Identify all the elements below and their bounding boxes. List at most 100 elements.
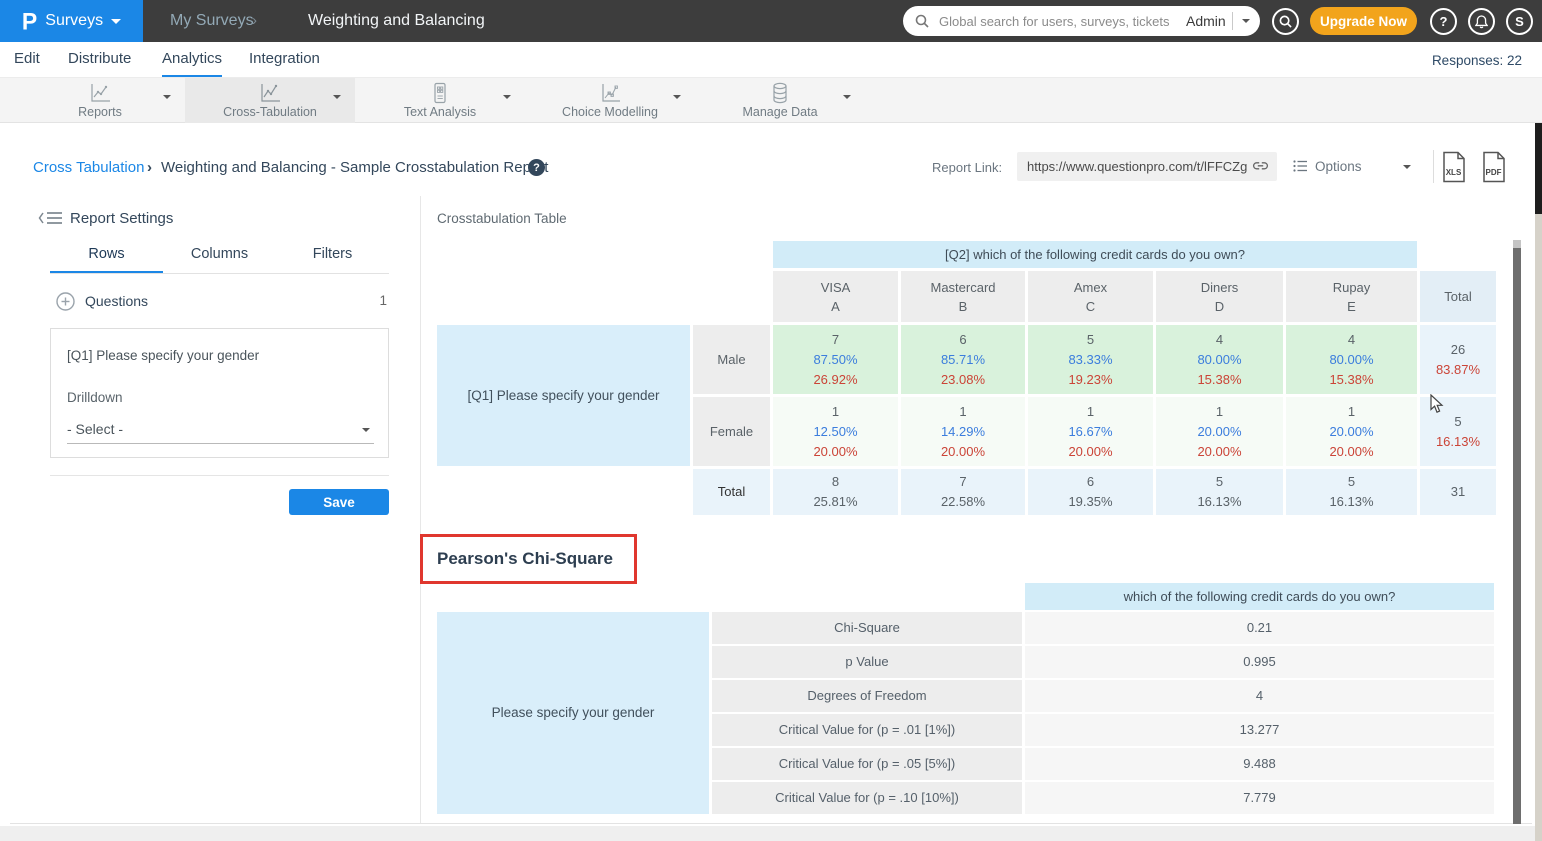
column-header-total: Total <box>1420 271 1496 322</box>
grand-total-cell: 31 <box>1420 469 1496 515</box>
search-submit-button[interactable] <box>1272 8 1299 35</box>
tab-rows[interactable]: Rows <box>50 246 163 273</box>
chi-label: Critical Value for (p = .10 [10%]) <box>712 782 1022 814</box>
footer-strip <box>0 826 1542 841</box>
table-cell: 120.00%20.00% <box>1286 397 1417 466</box>
breadcrumb-separator: › <box>147 159 152 176</box>
scrollbar-cap <box>1513 240 1521 248</box>
avatar[interactable]: S <box>1506 8 1533 35</box>
chi-value: 9.488 <box>1025 748 1494 780</box>
search-scope-selector[interactable]: Admin <box>1186 13 1226 29</box>
product-menu[interactable]: P Surveys <box>0 0 143 42</box>
panel-title: Report Settings <box>70 210 173 227</box>
table-cell: 112.50%20.00% <box>773 397 898 466</box>
chevron-down-icon <box>111 19 121 24</box>
help-icon[interactable]: ? <box>528 159 545 176</box>
tab-edit[interactable]: Edit <box>14 50 40 75</box>
report-link-field[interactable]: https://www.questionpro.com/t/lFFCZg <box>1017 152 1277 181</box>
content-bottom-border <box>10 823 1532 824</box>
avatar-letter: S <box>1515 14 1524 29</box>
column-header-rupay: RupayE <box>1286 271 1417 322</box>
tab-columns[interactable]: Columns <box>163 246 276 273</box>
toolbar-item-choice-modelling[interactable]: Choice Modelling <box>525 78 695 123</box>
link-icon[interactable] <box>1252 159 1269 173</box>
chevron-down-icon[interactable] <box>333 95 341 99</box>
export-pdf-button[interactable]: PDF <box>1480 151 1508 183</box>
column-header-amex: AmexC <box>1028 271 1153 322</box>
bell-icon <box>1475 15 1488 29</box>
settings-tabs: Rows Columns Filters <box>50 246 389 274</box>
chi-value: 13.277 <box>1025 714 1494 746</box>
toolbar-item-text-analysis[interactable]: Text Analysis <box>355 78 525 123</box>
divider <box>1433 150 1434 183</box>
window-scrollbar-thumb[interactable] <box>1535 123 1542 214</box>
svg-text:PDF: PDF <box>1486 168 1502 177</box>
circle-plus-icon <box>56 292 75 311</box>
window-scrollbar-track[interactable] <box>1535 214 1542 841</box>
save-button[interactable]: Save <box>289 489 389 515</box>
chevron-down-icon[interactable] <box>163 95 171 99</box>
search-icon <box>915 14 929 28</box>
breadcrumb-cross-tabulation-link[interactable]: Cross Tabulation <box>33 159 144 176</box>
table-cell: 116.67%20.00% <box>1028 397 1153 466</box>
svg-text:XLS: XLS <box>1446 168 1462 177</box>
drilldown-select[interactable]: - Select - <box>67 419 374 444</box>
column-header-mastercard: MastercardB <box>901 271 1025 322</box>
chi-value: 7.779 <box>1025 782 1494 814</box>
toolbar-item-reports[interactable]: Reports <box>15 78 185 123</box>
search-icon <box>1279 15 1292 28</box>
question-mark-icon: ? <box>1440 14 1448 29</box>
totals-cell: 619.35% <box>1028 469 1153 515</box>
table-cell: 114.29%20.00% <box>901 397 1025 466</box>
top-bar: P Surveys My Surveys › Weighting and Bal… <box>0 0 1542 42</box>
toolbar-item-cross-tabulation[interactable]: Cross-Tabulation <box>185 78 355 123</box>
divider <box>50 475 389 476</box>
options-dropdown[interactable]: Options <box>1293 152 1423 181</box>
chevron-down-icon[interactable] <box>843 95 851 99</box>
tab-integration[interactable]: Integration <box>249 50 320 75</box>
chi-value: 0.995 <box>1025 646 1494 678</box>
add-question-button[interactable] <box>56 292 75 311</box>
chi-square-heading: Pearson's Chi-Square <box>437 549 613 569</box>
content-scrollbar-thumb[interactable] <box>1513 248 1521 824</box>
drilldown-label: Drilldown <box>67 390 123 405</box>
help-button[interactable]: ? <box>1430 8 1457 35</box>
notifications-button[interactable] <box>1468 8 1495 35</box>
topbar-breadcrumb-parent[interactable]: My Surveys <box>170 12 254 30</box>
chi-value: 0.21 <box>1025 612 1494 644</box>
report-url[interactable]: https://www.questionpro.com/t/lFFCZg <box>1027 159 1247 174</box>
line-chart-icon <box>185 82 355 104</box>
question-card: [Q1] Please specify your gender Drilldow… <box>50 328 389 458</box>
chevron-down-icon[interactable] <box>503 95 511 99</box>
chevron-down-icon <box>1403 165 1411 169</box>
document-grid-icon <box>355 82 525 104</box>
export-xls-button[interactable]: XLS <box>1440 151 1468 183</box>
chi-label: Critical Value for (p = .01 [1%]) <box>712 714 1022 746</box>
chi-label: Chi-Square <box>712 612 1022 644</box>
chi-label: p Value <box>712 646 1022 678</box>
questions-label: Questions <box>85 293 148 309</box>
crosstab-table: [Q2] which of the following credit cards… <box>437 241 1496 515</box>
scatter-chart-icon <box>525 82 695 104</box>
responses-count: Responses: 22 <box>1432 53 1522 68</box>
search-input[interactable] <box>939 10 1174 32</box>
chevron-down-icon[interactable] <box>673 95 681 99</box>
table-cell: 120.00%20.00% <box>1156 397 1283 466</box>
tab-distribute[interactable]: Distribute <box>68 50 131 75</box>
totals-cell: 516.13% <box>1156 469 1283 515</box>
crosstab-section-title: Crosstabulation Table <box>437 211 567 226</box>
global-search: Admin <box>903 6 1260 36</box>
breadcrumb-separator: › <box>252 12 257 29</box>
tab-filters[interactable]: Filters <box>276 246 389 273</box>
pdf-file-icon: PDF <box>1480 151 1508 183</box>
totals-cell: 516.13% <box>1286 469 1417 515</box>
collapse-panel-button[interactable] <box>38 210 64 226</box>
toolbar-item-manage-data[interactable]: Manage Data <box>695 78 865 123</box>
table-cell: 480.00%15.38% <box>1156 325 1283 394</box>
upgrade-now-button[interactable]: Upgrade Now <box>1310 7 1417 35</box>
questions-count: 1 <box>379 293 387 308</box>
table-cell: 685.71%23.08% <box>901 325 1025 394</box>
tab-analytics[interactable]: Analytics <box>162 50 222 77</box>
chevron-down-icon[interactable] <box>1242 19 1250 23</box>
column-header-visa: VISAA <box>773 271 898 322</box>
